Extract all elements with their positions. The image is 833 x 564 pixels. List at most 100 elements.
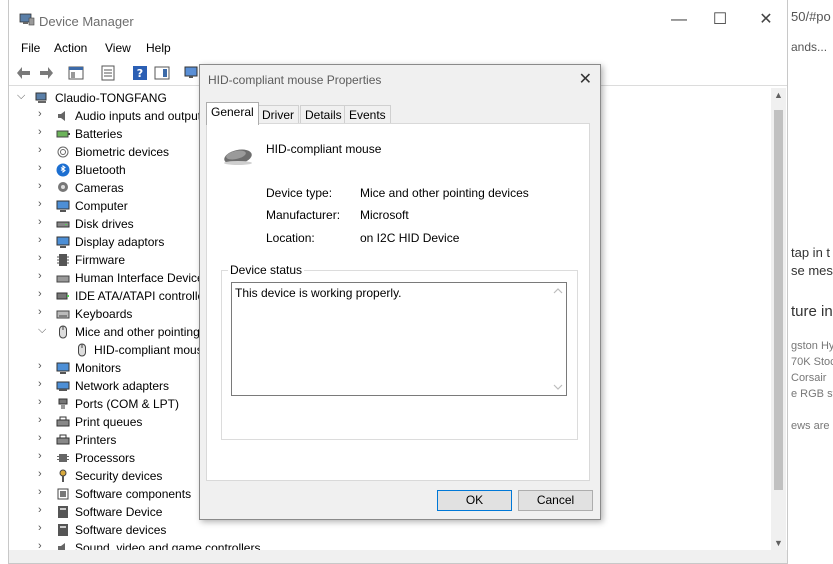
chevron-right-icon[interactable]: › bbox=[38, 378, 48, 390]
chevron-down-icon[interactable]: ⌵ bbox=[17, 90, 27, 103]
tab-general[interactable]: General bbox=[206, 102, 259, 125]
device-name: HID-compliant mouse bbox=[266, 142, 382, 156]
device-status-text: This device is working properly. bbox=[235, 286, 402, 300]
background-text: ews are r bbox=[791, 420, 833, 432]
software-device-icon bbox=[58, 506, 68, 518]
ok-button[interactable]: OK bbox=[437, 490, 512, 511]
tab-driver[interactable]: Driver bbox=[257, 105, 299, 125]
manufacturer-label: Manufacturer: bbox=[266, 208, 341, 222]
device-status-textbox[interactable]: This device is working properly. bbox=[231, 282, 567, 396]
chevron-right-icon[interactable]: › bbox=[38, 360, 48, 372]
status-scrollbar[interactable] bbox=[550, 283, 566, 395]
tab-events[interactable]: Events bbox=[344, 105, 391, 125]
dialog-close-button[interactable]: ✕ bbox=[579, 69, 592, 89]
chevron-right-icon[interactable]: › bbox=[38, 234, 48, 246]
tree-item-label: Ports (COM & LPT) bbox=[75, 397, 180, 411]
tree-item-label: Display adaptors bbox=[75, 235, 165, 249]
scroll-down-arrow-icon[interactable]: ▼ bbox=[774, 538, 783, 548]
tree-item-label: Processors bbox=[75, 451, 136, 465]
close-button[interactable]: ✕ bbox=[743, 4, 789, 36]
device-status-group: Device status This device is working pro… bbox=[221, 263, 578, 440]
location-value: on I2C HID Device bbox=[360, 231, 460, 245]
display-adaptor-icon bbox=[56, 236, 70, 248]
back-arrow-icon[interactable] bbox=[16, 65, 32, 81]
menu-action[interactable]: Action bbox=[54, 41, 87, 55]
background-text: se mess bbox=[791, 263, 833, 278]
network-adapter-icon bbox=[56, 381, 70, 391]
chevron-right-icon[interactable]: › bbox=[38, 432, 48, 444]
tree-item-label: Software devices bbox=[75, 523, 167, 537]
port-icon bbox=[58, 398, 68, 409]
chevron-right-icon[interactable]: › bbox=[38, 126, 48, 138]
chevron-right-icon[interactable]: › bbox=[38, 252, 48, 264]
tree-item-label: Cameras bbox=[75, 181, 124, 195]
chevron-right-icon[interactable]: › bbox=[38, 486, 48, 498]
tree-item-label: Claudio-TONGFANG bbox=[55, 91, 167, 105]
tree-item-label: Software components bbox=[75, 487, 192, 501]
cancel-button[interactable]: Cancel bbox=[518, 490, 593, 511]
monitor-icon bbox=[56, 362, 70, 374]
minimize-button[interactable]: — bbox=[656, 4, 702, 36]
background-heading: ture in bbox=[791, 303, 833, 320]
menu-file[interactable]: File bbox=[21, 41, 40, 55]
properties-dialog: HID-compliant mouse Properties ✕ General… bbox=[199, 64, 601, 520]
chevron-right-icon[interactable]: › bbox=[38, 216, 48, 228]
tree-item-label: Monitors bbox=[75, 361, 122, 375]
chevron-right-icon[interactable]: › bbox=[38, 450, 48, 462]
maximize-button[interactable]: ☐ bbox=[697, 4, 743, 36]
background-text: 70K Stoc bbox=[791, 356, 833, 368]
chevron-right-icon[interactable]: › bbox=[38, 162, 48, 174]
tree-item-label: Network adapters bbox=[75, 379, 170, 393]
location-label: Location: bbox=[266, 231, 315, 245]
chevron-right-icon[interactable]: › bbox=[38, 414, 48, 426]
monitor-icon bbox=[56, 200, 70, 212]
chevron-right-icon[interactable]: › bbox=[38, 522, 48, 534]
action-pane-icon[interactable] bbox=[154, 65, 170, 81]
show-hide-console-tree-icon[interactable] bbox=[68, 65, 84, 81]
chevron-right-icon[interactable]: › bbox=[38, 504, 48, 516]
tab-details[interactable]: Details bbox=[300, 105, 347, 125]
menu-view[interactable]: View bbox=[105, 41, 131, 55]
chevron-right-icon[interactable]: › bbox=[38, 540, 48, 550]
chevron-right-icon[interactable]: › bbox=[38, 198, 48, 210]
tree-item-label: Batteries bbox=[75, 127, 123, 141]
device-type-label: Device type: bbox=[266, 186, 333, 200]
chevron-right-icon[interactable]: › bbox=[38, 108, 48, 120]
chevron-down-icon[interactable]: ⌵ bbox=[38, 324, 48, 337]
menu-help[interactable]: Help bbox=[146, 41, 171, 55]
camera-icon bbox=[58, 182, 68, 192]
general-panel: HID-compliant mouse Device type: Mice an… bbox=[206, 123, 590, 481]
background-text: ands... bbox=[791, 40, 828, 54]
chevron-right-icon[interactable]: › bbox=[38, 144, 48, 156]
tree-item-label: Disk drives bbox=[75, 217, 134, 231]
chevron-right-icon[interactable]: › bbox=[38, 180, 48, 192]
chevron-right-icon[interactable]: › bbox=[38, 396, 48, 408]
mouse-icon bbox=[59, 325, 67, 339]
keyboard-mouse-icon bbox=[56, 275, 70, 283]
processor-icon bbox=[57, 454, 69, 462]
tree-item-label: Biometric devices bbox=[75, 145, 170, 159]
chevron-right-icon[interactable]: › bbox=[38, 306, 48, 318]
fingerprint-icon bbox=[57, 146, 69, 158]
scan-hardware-icon[interactable] bbox=[184, 65, 200, 81]
forward-arrow-icon[interactable] bbox=[38, 65, 54, 81]
help-icon[interactable]: ? bbox=[132, 65, 148, 81]
tree-item-label: Bluetooth bbox=[75, 163, 126, 177]
keyboard-icon bbox=[56, 310, 70, 319]
title-bar[interactable]: Device Manager — ☐ ✕ bbox=[9, 0, 787, 42]
tree-item-label: Audio inputs and outputs bbox=[75, 109, 208, 123]
horizontal-scrollbar[interactable] bbox=[9, 550, 787, 563]
chevron-right-icon[interactable]: › bbox=[38, 468, 48, 480]
chevron-right-icon[interactable]: › bbox=[38, 288, 48, 300]
tree-item-label: Security devices bbox=[75, 469, 163, 483]
properties-icon[interactable] bbox=[100, 65, 116, 81]
printer-icon bbox=[56, 416, 70, 427]
background-text: gston Hy bbox=[791, 340, 833, 352]
scrollbar-thumb[interactable] bbox=[774, 110, 783, 490]
tree-scrollbar[interactable]: ▲ ▼ bbox=[771, 88, 786, 552]
chevron-right-icon[interactable]: › bbox=[38, 270, 48, 282]
tree-item-label: Sound, video and game controllers bbox=[75, 541, 261, 550]
tree-item-label: Printers bbox=[75, 433, 117, 447]
window-title: Device Manager bbox=[39, 14, 134, 29]
scroll-up-arrow-icon[interactable]: ▲ bbox=[774, 90, 783, 100]
